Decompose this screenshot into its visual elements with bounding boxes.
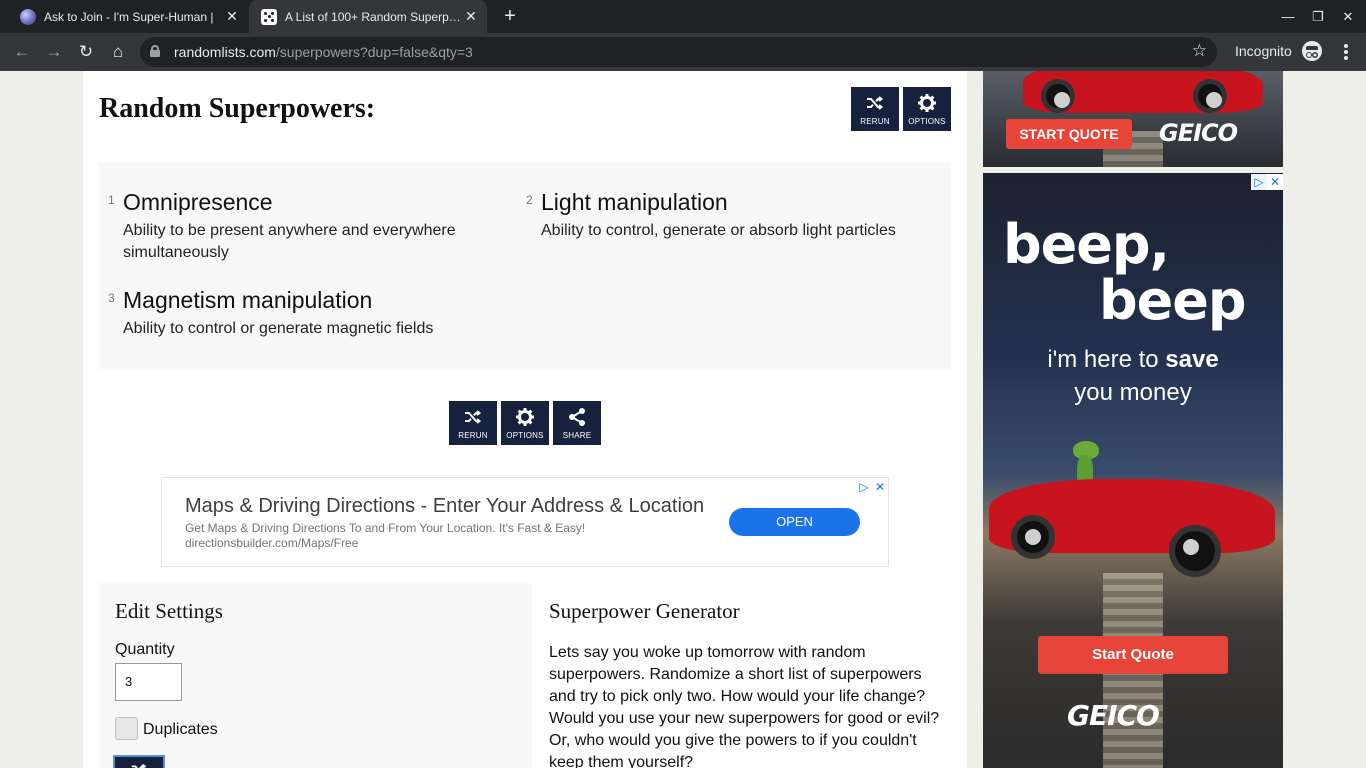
restore-icon[interactable]: ❐ <box>1303 0 1333 33</box>
apply-rerun-button[interactable] <box>113 755 165 768</box>
tab-close-icon[interactable]: ✕ <box>222 8 242 25</box>
edit-settings-panel: Edit Settings Quantity 3 Duplicates <box>99 583 532 768</box>
settings-heading: Edit Settings <box>115 599 223 623</box>
options-button-top[interactable]: OPTIONS <box>903 87 951 131</box>
incognito-label: Incognito <box>1235 43 1292 59</box>
shuffle-icon <box>131 763 147 768</box>
list-item: 2 Light manipulation Ability to control,… <box>526 189 941 242</box>
start-quote-button-top[interactable]: START QUOTE <box>1006 119 1132 149</box>
address-bar[interactable]: randomlists.com/superpowers?dup=false&qt… <box>140 37 1217 67</box>
ad-close-icon[interactable]: ✕ <box>1267 174 1283 190</box>
page-viewport: Random Superpowers: RERUN OPTIONS 1 Omni… <box>0 71 1366 768</box>
about-text: Lets say you woke up tomorrow with rando… <box>549 644 940 768</box>
duplicates-label: Duplicates <box>143 721 218 738</box>
lock-icon <box>150 45 160 57</box>
browser-toolbar: ← → ↻ ⌂ randomlists.com/superpowers?dup=… <box>0 33 1366 71</box>
globe-favicon-icon <box>20 8 36 25</box>
reload-icon[interactable]: ↻ <box>72 38 100 66</box>
home-icon[interactable]: ⌂ <box>104 38 132 66</box>
tab-ask-to-join[interactable]: Ask to Join - I'm Super-Human | ✕ <box>8 0 248 33</box>
options-button[interactable]: OPTIONS <box>501 401 549 445</box>
ad-tagline: i'm here to save you money <box>1047 346 1219 406</box>
tab-title: A List of 100+ Random Superpow <box>285 9 461 24</box>
start-quote-button[interactable]: Start Quote <box>1038 636 1228 674</box>
tab-close-icon[interactable]: ✕ <box>461 8 481 25</box>
minimize-icon[interactable]: — <box>1273 0 1303 33</box>
ad-url: directionsbuilder.com/Maps/Free <box>185 536 359 550</box>
back-arrow-icon[interactable]: ← <box>8 38 36 66</box>
browser-menu-icon[interactable] <box>1336 42 1356 62</box>
side-ad-geico[interactable]: ▷ ✕ beep, beep i'm here to save you mone… <box>983 173 1283 768</box>
rerun-button-top[interactable]: RERUN <box>851 87 899 131</box>
duplicates-checkbox[interactable] <box>115 717 138 740</box>
new-tab-plus-icon[interactable]: + <box>498 4 522 28</box>
text-ad-banner[interactable]: ▷ ✕ Maps & Driving Directions - Enter Yo… <box>161 477 889 567</box>
main-content: Random Superpowers: RERUN OPTIONS 1 Omni… <box>83 71 967 768</box>
geico-logo-top: GEICO <box>1159 119 1238 147</box>
superpower-description: Ability to control, generate or absorb l… <box>541 222 896 239</box>
list-item: 3 Magnetism manipulation Ability to cont… <box>108 287 523 340</box>
tab-strip: Ask to Join - I'm Super-Human | ✕ A List… <box>0 0 1366 33</box>
gear-icon <box>918 94 936 112</box>
red-car-image <box>989 473 1275 583</box>
ad-close-icon[interactable]: ✕ <box>873 480 887 494</box>
ad-headline: beep, beep <box>1003 213 1247 332</box>
geico-logo: GEICO <box>1067 699 1160 732</box>
quantity-input[interactable]: 3 <box>115 663 182 701</box>
about-section: Superpower Generator Lets say you woke u… <box>549 599 949 768</box>
share-button[interactable]: SHARE <box>553 401 601 445</box>
shuffle-icon <box>465 410 482 424</box>
side-ad-top[interactable]: START QUOTE GEICO <box>983 71 1283 167</box>
gear-icon <box>516 408 534 426</box>
superpower-name: Light manipulation <box>541 189 728 215</box>
superpower-description: Ability to control or generate magnetic … <box>123 320 434 337</box>
about-heading: Superpower Generator <box>549 599 740 623</box>
rerun-button[interactable]: RERUN <box>449 401 497 445</box>
share-icon <box>569 408 585 426</box>
superpower-name: Magnetism manipulation <box>123 287 373 313</box>
incognito-icon[interactable] <box>1302 41 1322 61</box>
tab-title: Ask to Join - I'm Super-Human | <box>44 9 214 24</box>
bookmark-star-icon[interactable]: ☆ <box>1192 41 1207 61</box>
ad-open-button[interactable]: OPEN <box>729 508 860 536</box>
ad-subtitle: Get Maps & Driving Directions To and Fro… <box>185 521 586 535</box>
ad-title[interactable]: Maps & Driving Directions - Enter Your A… <box>185 495 704 518</box>
superpower-name: Omnipresence <box>123 189 273 215</box>
close-window-icon[interactable]: ✕ <box>1333 0 1363 33</box>
quantity-label: Quantity <box>115 641 175 658</box>
list-item: 1 Omnipresence Ability to be present any… <box>108 189 483 264</box>
shuffle-icon <box>867 96 884 110</box>
results-list: 1 Omnipresence Ability to be present any… <box>99 163 951 369</box>
adchoices-icon[interactable]: ▷ <box>1251 174 1267 190</box>
tab-random-superpowers[interactable]: A List of 100+ Random Superpow ✕ <box>249 0 487 33</box>
superpower-description: Ability to be present anywhere and every… <box>123 222 456 261</box>
forward-arrow-icon[interactable]: → <box>40 38 68 66</box>
page-title: Random Superpowers: <box>99 93 376 124</box>
dice-favicon-icon <box>261 8 277 25</box>
url-text: randomlists.com/superpowers?dup=false&qt… <box>174 44 473 60</box>
adchoices-icon[interactable]: ▷ <box>857 480 871 494</box>
